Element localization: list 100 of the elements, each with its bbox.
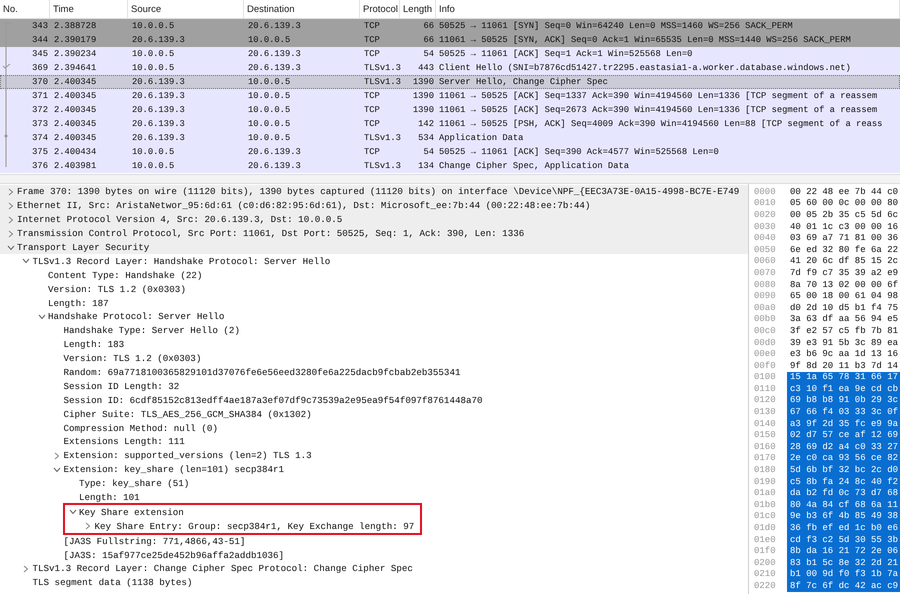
hex-bytes[interactable]: c3 10 f1 ea 9e cd cb bbox=[787, 383, 900, 395]
hex-bytes[interactable]: 02 d7 57 ce af 12 69 bbox=[787, 429, 900, 442]
detail-tree-row[interactable]: Extensions Length: 111 bbox=[0, 435, 748, 449]
table-cell-text: 2.400345 bbox=[53, 133, 98, 143]
hex-bytes[interactable]: 6e ed 32 80 fe 6a 22 bbox=[787, 244, 900, 256]
detail-tree-row[interactable]: Internet Protocol Version 4, Src: 20.6.139.3, Dst: 10.0.0.5 bbox=[0, 212, 748, 227]
hex-bytes[interactable]: a3 9f 2d 35 fc e9 9a bbox=[787, 418, 900, 430]
detail-tree-row[interactable]: Length: 183 bbox=[0, 338, 748, 352]
chevron-down-icon[interactable] bbox=[53, 466, 61, 473]
detail-tree-row[interactable]: Handshake Protocol: Server Hello bbox=[0, 310, 748, 324]
detail-tree-row[interactable]: Transmission Control Protocol, Src Port: 11061, Dst Port: 50525, Seq: 1, Ack: 390, Len: 1336 bbox=[0, 226, 748, 241]
detail-tree-row[interactable]: Version: TLS 1.2 (0x0303) bbox=[0, 352, 748, 366]
detail-tree-row[interactable]: Handshake Type: Server Hello (2) bbox=[0, 324, 748, 338]
packet-row[interactable]: 371 2.400345 20.6.139.3 10.0.0.5 TCP 1390 11061 → 50525 [ACK] Seq=1337 Ack=390 Win=4194560 Len=1336 [TCP segment of a reassem bbox=[0, 89, 900, 103]
packet-row[interactable]: 343 2.388728 10.0.0.5 20.6.139.3 TCP 66 50525 → 11061 [SYN] Seq=0 Win=64240 Len=0 MSS=1460 WS=256 SACK_PERM bbox=[0, 19, 900, 33]
chevron-right-icon[interactable] bbox=[23, 564, 29, 573]
hex-bytes[interactable]: d0 2d 10 d5 b1 f4 75 bbox=[787, 302, 900, 314]
packet-row[interactable]: 370 2.400345 20.6.139.3 10.0.0.5 TLSv1.3 1390 Server Hello, Change Cipher Spec bbox=[0, 75, 900, 89]
packet-row[interactable]: 373 2.400345 20.6.139.3 10.0.0.5 TCP 142 11061 → 50525 [PSH, ACK] Seq=4009 Ack=390 Win=4194560 Len=88 [TCP segment of a reass bbox=[0, 117, 900, 131]
hex-bytes[interactable]: 5d 6b bf 32 bc 2c d0 bbox=[787, 464, 900, 476]
hex-bytes[interactable]: 69 b8 b8 91 0b 29 3c bbox=[787, 394, 900, 406]
byte-offset: 01d0 bbox=[753, 523, 777, 534]
hex-bytes[interactable]: 9f 8d 20 11 b3 7d 14 bbox=[787, 360, 900, 372]
column-header[interactable]: Source bbox=[128, 0, 244, 18]
packet-row[interactable]: 369 2.394641 10.0.0.5 20.6.139.3 TLSv1.3 443 Client Hello (SNI=b7876cd51427.tr2295.eastasia1-a.worker.database.windows.net) bbox=[0, 61, 900, 75]
byte-offset: 0160 bbox=[753, 442, 777, 452]
hex-bytes[interactable]: 8b da 16 21 72 2e 06 bbox=[787, 545, 900, 557]
detail-tree-row[interactable]: TLSv1.3 Record Layer: Handshake Protocol: Server Hello bbox=[0, 254, 748, 268]
detail-tree-row[interactable]: Key Share Entry: Group: secp384r1, Key Exchange length: 97 bbox=[65, 519, 414, 534]
packet-row[interactable]: 372 2.400345 20.6.139.3 10.0.0.5 TCP 1390 11061 → 50525 [ACK] Seq=2673 Ack=390 Win=4194560 Len=1336 [TCP segment of a reassem bbox=[0, 103, 900, 117]
packet-row[interactable]: 374 2.400345 20.6.139.3 10.0.0.5 TLSv1.3 534 Application Data bbox=[0, 131, 900, 145]
hex-bytes[interactable]: 2e c0 ca 93 56 ce 82 bbox=[787, 452, 900, 464]
detail-tree-row[interactable]: Key Share extension bbox=[65, 505, 414, 520]
hex-bytes[interactable]: 67 66 f4 03 33 3c 0f bbox=[787, 406, 900, 418]
hex-bytes[interactable]: 00 05 2b 35 c5 5d 6c bbox=[787, 209, 900, 221]
packet-row[interactable]: 375 2.400434 10.0.0.5 20.6.139.3 TCP 54 50525 → 11061 [ACK] Seq=390 Ack=4577 Win=525568 Len=0 bbox=[0, 145, 900, 159]
hex-bytes[interactable]: 3f e2 57 c5 fb 7b 81 bbox=[787, 325, 900, 337]
hex-bytes[interactable]: b1 00 9d f0 f3 1b 7a bbox=[787, 568, 900, 580]
detail-tree-row[interactable]: Random: 69a7718100365829101d37076fe6e56eed3280fe6a225dacb9fcbab2eb355341 bbox=[0, 366, 748, 380]
hex-bytes[interactable]: 03 69 a7 71 81 00 36 bbox=[787, 232, 900, 244]
byte-offset: 01c0 bbox=[753, 511, 777, 522]
hex-bytes[interactable]: da b2 fd 0c 73 d7 68 bbox=[787, 487, 900, 500]
hex-bytes[interactable]: 00 22 48 ee 7b 44 c0 bbox=[787, 186, 900, 198]
chevron-right-icon[interactable] bbox=[54, 452, 60, 460]
detail-tree-row[interactable]: Compression Method: null (0) bbox=[0, 421, 748, 436]
column-header[interactable]: No. bbox=[0, 0, 50, 18]
hex-bytes[interactable]: cd f3 c2 5d 30 55 3b bbox=[787, 534, 900, 546]
table-cell-text: 10.0.0.5 bbox=[131, 49, 176, 59]
column-header[interactable]: Length bbox=[400, 0, 436, 18]
hex-bytes[interactable]: 41 20 6c df 85 15 2c bbox=[787, 256, 900, 268]
detail-tree-row[interactable]: [JA3S Fullstring: 771,4866,43-51] bbox=[0, 534, 748, 548]
hex-bytes[interactable]: 7d f9 c7 35 39 a2 e9 bbox=[787, 267, 900, 279]
hex-bytes[interactable]: 8f 7c 6f dc 42 ac c9 bbox=[787, 580, 900, 592]
detail-tree-row[interactable]: Cipher Suite: TLS_AES_256_GCM_SHA384 (0x1302) bbox=[0, 407, 748, 422]
column-header[interactable]: Time bbox=[50, 0, 128, 18]
detail-tree-row[interactable]: Length: 101 bbox=[0, 490, 748, 504]
chevron-down-icon[interactable] bbox=[38, 314, 46, 320]
hex-bytes[interactable]: 05 60 00 0c 00 00 80 bbox=[787, 198, 900, 210]
column-header[interactable]: Info bbox=[436, 0, 900, 18]
hex-bytes[interactable]: 39 e3 91 5b 3c 89 ea bbox=[787, 336, 900, 348]
hex-bytes[interactable]: 8a 70 13 02 00 00 6f bbox=[787, 278, 900, 290]
detail-tree-row[interactable]: TLS segment data (1138 bytes) bbox=[0, 576, 748, 590]
hex-bytes[interactable]: 80 4a 84 cf 68 6a 11 bbox=[787, 499, 900, 511]
packet-row[interactable]: 345 2.390234 10.0.0.5 20.6.139.3 TCP 54 50525 → 11061 [ACK] Seq=1 Ack=1 Win=525568 Len=0 bbox=[0, 47, 900, 61]
detail-tree-row[interactable]: Extension: supported_versions (len=2) TLS 1.3 bbox=[0, 448, 748, 463]
hex-bytes[interactable]: 83 b1 5c 8e 32 2d 21 bbox=[787, 557, 900, 569]
chevron-right-icon[interactable] bbox=[85, 522, 91, 530]
detail-tree-row[interactable]: TLSv1.3 Record Layer: Change Cipher Spec Protocol: Change Cipher Spec bbox=[0, 562, 748, 576]
hex-bytes[interactable]: 40 01 1c c3 00 00 16 bbox=[787, 220, 900, 232]
detail-tree-row[interactable]: Version: TLS 1.2 (0x0303) bbox=[0, 282, 748, 296]
byte-offset: 0220 bbox=[753, 580, 777, 591]
packet-row[interactable]: 344 2.390179 20.6.139.3 10.0.0.5 TCP 66 11061 → 50525 [SYN, ACK] Seq=0 Ack=1 Win=65535 Len=0 MSS=1440 WS=256 SACK_PERM bbox=[0, 33, 900, 47]
byte-offset: 0130 bbox=[753, 407, 777, 418]
detail-tree-row[interactable]: Ethernet II, Src: AristaNetwor_95:6d:61 (c0:d6:82:95:6d:61), Dst: Microsoft_ee:7b:44 (00:22:48:ee:7b:44) bbox=[0, 198, 748, 213]
hex-bytes[interactable]: 15 1a 65 78 31 66 17 bbox=[787, 372, 900, 384]
detail-tree-row[interactable]: Extension: key_share (len=101) secp384r1 bbox=[0, 462, 748, 477]
detail-tree-row[interactable]: Type: key_share (51) bbox=[0, 476, 748, 491]
column-header[interactable]: Protocol bbox=[360, 0, 400, 18]
table-cell-text: 2.390234 bbox=[53, 49, 98, 59]
detail-tree-row[interactable]: Frame 370: 1390 bytes on wire (11120 bits), 1390 bytes captured (11120 bits) on interface \Device\NPF_{EEC3A73E-0A15-4998-BC7E-E749 bbox=[0, 185, 748, 199]
hex-bytes[interactable]: 28 69 d2 a4 c0 33 27 bbox=[787, 441, 900, 453]
detail-tree-row[interactable]: Content Type: Handshake (22) bbox=[0, 268, 748, 282]
detail-tree-row[interactable]: Session ID: 6cdf85152c813edff4ae187a3ef07df9c73539a2e95ea9f54f097f8761448a70 bbox=[0, 393, 748, 408]
hex-bytes[interactable]: e3 b6 9c aa 1d 13 16 bbox=[787, 348, 900, 360]
table-cell-text: 54 bbox=[422, 147, 435, 157]
byte-offset: 0190 bbox=[753, 476, 777, 487]
chevron-down-icon[interactable] bbox=[68, 509, 76, 516]
detail-tree-row[interactable]: Transport Layer Security bbox=[0, 240, 748, 254]
hex-bytes[interactable]: c5 8b fa 24 8c 40 f2 bbox=[787, 476, 900, 488]
table-cell-text: 2.400345 bbox=[53, 91, 98, 101]
detail-tree-row[interactable]: Session ID Length: 32 bbox=[0, 379, 748, 394]
table-cell-text: 50525 → 11061 [SYN] Seq=0 Win=64240 Len=0 MSS=1460 WS=256 SACK_PERM bbox=[438, 21, 794, 31]
packet-row[interactable]: 376 2.403981 10.0.0.5 20.6.139.3 TLSv1.3 134 Change Cipher Spec, Application Data bbox=[0, 159, 900, 173]
detail-tree-row[interactable]: Length: 187 bbox=[0, 296, 748, 310]
hex-bytes[interactable]: 36 fb ef ed 1c b0 e6 bbox=[787, 522, 900, 534]
column-header[interactable]: Destination bbox=[244, 0, 360, 18]
hex-bytes[interactable]: 9e b3 6f 4b 85 49 38 bbox=[787, 510, 900, 522]
hex-bytes[interactable]: 3a 63 df aa 56 94 e5 bbox=[787, 314, 900, 326]
detail-tree-row[interactable]: [JA3S: 15af977ce25de452b96affa2addb1036] bbox=[0, 548, 748, 562]
hex-bytes[interactable]: 65 00 18 00 61 04 98 bbox=[787, 290, 900, 302]
